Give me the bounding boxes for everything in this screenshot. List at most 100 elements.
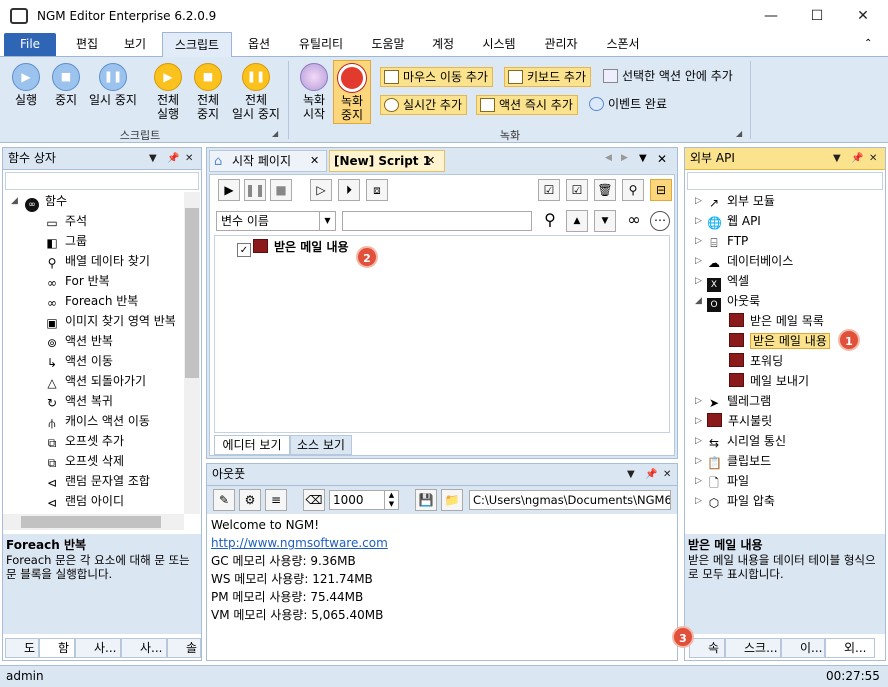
api-item[interactable]: ⬡ 파일 압축 bbox=[707, 492, 775, 510]
zoom-icon[interactable]: ⚲ bbox=[622, 179, 644, 201]
folder-icon[interactable]: 📁 bbox=[441, 489, 463, 511]
tree-view-icon[interactable]: ⊟ bbox=[650, 179, 672, 201]
pause-script-icon[interactable]: ❚❚ bbox=[244, 179, 266, 201]
tab-start-page[interactable]: ⌂ 시작 페이지 ✕ bbox=[209, 150, 327, 172]
api-item[interactable]: 🗋 파일 bbox=[707, 472, 749, 490]
add-mouse-move-button[interactable]: 마우스 이동 추가 bbox=[380, 67, 493, 87]
panel-close-icon[interactable]: ✕ bbox=[869, 148, 877, 169]
add-action-now-button[interactable]: 액션 즉시 추가 bbox=[476, 95, 578, 115]
event-complete-button[interactable]: 이벤트 완료 bbox=[586, 95, 671, 115]
menu-utility[interactable]: 유틸리티 bbox=[286, 32, 356, 57]
tab-close-icon[interactable]: ✕ bbox=[310, 151, 319, 171]
bottom-tab[interactable]: 솔 bbox=[167, 638, 201, 658]
script-group-expander-icon[interactable]: ◢ bbox=[272, 129, 278, 138]
minimize-button[interactable]: — bbox=[748, 0, 794, 32]
function-item[interactable]: ▭ 주석 bbox=[45, 212, 87, 230]
run-script-icon[interactable]: ▶ bbox=[218, 179, 240, 201]
function-item[interactable]: ⧉ 오프셋 삭제 bbox=[45, 452, 124, 470]
move-down-icon[interactable]: ▼ bbox=[594, 210, 616, 232]
collapse-icon[interactable]: ◢ bbox=[11, 192, 18, 210]
ribbon-collapse-icon[interactable]: ⌃ bbox=[864, 38, 872, 49]
bottom-tab[interactable]: 이... bbox=[781, 638, 825, 658]
expand-icon[interactable]: ▷ bbox=[695, 252, 702, 270]
api-subitem[interactable]: 포워딩 bbox=[729, 352, 783, 370]
scrollbar-thumb[interactable] bbox=[21, 516, 161, 528]
tab-list-icon[interactable]: ▼ bbox=[639, 153, 647, 164]
menu-view[interactable]: 보기 bbox=[112, 32, 158, 57]
stepper-arrows-icon[interactable]: ▲ ▼ bbox=[384, 491, 398, 509]
line-count-stepper[interactable]: 1000 ▲ ▼ bbox=[329, 490, 399, 510]
clean-icon[interactable]: ✎ bbox=[213, 489, 235, 511]
api-item[interactable]: ⇆ 시리얼 통신 bbox=[707, 432, 786, 450]
document-settings-icon[interactable]: ⚙ bbox=[239, 489, 261, 511]
function-item[interactable]: ∞ For 반복 bbox=[45, 272, 110, 290]
menu-account[interactable]: 계정 bbox=[420, 32, 466, 57]
function-item[interactable]: ⫛ 캐이스 액션 이동 bbox=[45, 412, 150, 430]
panel-menu-icon[interactable]: ▼ bbox=[627, 464, 635, 485]
search-icon[interactable]: ⚲ bbox=[538, 210, 562, 232]
api-item[interactable]: ☁ 데이터베이스 bbox=[707, 252, 793, 270]
maximize-button[interactable]: ☐ bbox=[794, 0, 840, 32]
view-editor-tab[interactable]: 에디터 보기 bbox=[214, 435, 290, 455]
pause-all-button[interactable]: ❚❚ 전체 일시 중지 bbox=[228, 63, 284, 121]
pin-icon[interactable]: 📌 bbox=[645, 464, 657, 485]
api-item[interactable]: ⌸ FTP bbox=[707, 232, 748, 250]
action-item[interactable]: ✓ 받은 메일 내용 bbox=[237, 238, 349, 257]
horizontal-scrollbar[interactable] bbox=[3, 514, 184, 530]
add-realtime-button[interactable]: 실시간 추가 bbox=[380, 95, 468, 115]
tab-close-icon[interactable]: ✕ bbox=[426, 151, 435, 171]
menu-edit[interactable]: 편집 bbox=[64, 32, 110, 57]
output-path-field[interactable]: C:\Users\ngmas\Documents\NGM6\ bbox=[469, 490, 671, 510]
pause-button[interactable]: ❚❚ 일시 중지 bbox=[86, 63, 140, 107]
function-item[interactable]: △ 액션 되돌아가기 bbox=[45, 372, 146, 390]
panel-close-icon[interactable]: ✕ bbox=[185, 148, 193, 169]
move-up-icon[interactable]: ▲ bbox=[566, 210, 588, 232]
panel-menu-icon[interactable]: ▼ bbox=[833, 148, 841, 169]
expand-icon[interactable]: ▷ bbox=[695, 272, 702, 290]
expand-icon[interactable]: ▷ bbox=[695, 452, 702, 470]
pin-icon[interactable]: 📌 bbox=[167, 148, 179, 169]
api-item[interactable]: 푸시불릿 bbox=[707, 412, 772, 430]
editor-close-icon[interactable]: ✕ bbox=[657, 152, 667, 166]
function-item[interactable]: ⚲ 배열 데이타 찾기 bbox=[45, 252, 150, 270]
pin-icon[interactable]: 📌 bbox=[851, 148, 863, 169]
bottom-tab[interactable]: 사... bbox=[75, 638, 121, 658]
record-start-button[interactable]: 녹화 시작 bbox=[296, 63, 332, 121]
menu-help[interactable]: 도움말 bbox=[360, 32, 416, 57]
api-item[interactable]: 🌐 웹 API bbox=[707, 212, 761, 230]
check-all-icon[interactable]: ☑ bbox=[538, 179, 560, 201]
expand-icon[interactable]: ▷ bbox=[695, 492, 702, 510]
bottom-tab[interactable]: 속 bbox=[689, 638, 725, 658]
function-item[interactable]: ▣ 이미지 찾기 영역 반복 bbox=[45, 312, 175, 330]
close-button[interactable]: ✕ bbox=[840, 0, 886, 32]
save-icon[interactable]: 💾 bbox=[415, 489, 437, 511]
function-item[interactable]: ⊲ 랜덤 아이디 bbox=[45, 492, 124, 510]
api-item[interactable]: ➤ 텔레그램 bbox=[707, 392, 771, 410]
stop-script-icon[interactable]: ■ bbox=[270, 179, 292, 201]
stop-button[interactable]: ■ 중지 bbox=[46, 63, 86, 107]
expand-icon[interactable]: ▷ bbox=[695, 472, 702, 490]
tree-root-functions[interactable]: ∞ 함수 bbox=[25, 192, 67, 212]
api-subitem-selected[interactable]: 받은 메일 내용 bbox=[729, 332, 830, 350]
add-keyboard-button[interactable]: 키보드 추가 bbox=[504, 67, 592, 87]
eraser-icon[interactable]: ⌫ bbox=[303, 489, 325, 511]
function-item[interactable]: ↳ 액션 이동 bbox=[45, 352, 113, 370]
api-subitem[interactable]: 받은 메일 목록 bbox=[729, 312, 824, 330]
expand-icon[interactable]: ▷ bbox=[695, 412, 702, 430]
run-from-icon[interactable]: ⏵ bbox=[338, 179, 360, 201]
check-icon[interactable]: ☑ bbox=[566, 179, 588, 201]
tab-script-1[interactable]: [New] Script 1 ✕ bbox=[329, 150, 445, 172]
api-item[interactable]: 📋 클립보드 bbox=[707, 452, 771, 470]
tab-scroll-right-icon[interactable]: ▶ bbox=[621, 153, 628, 163]
list-icon[interactable]: ≡ bbox=[265, 489, 287, 511]
output-link[interactable]: http://www.ngmsoftware.com bbox=[211, 534, 388, 552]
panel-close-icon[interactable]: ✕ bbox=[663, 464, 671, 485]
step-icon[interactable]: ▷ bbox=[310, 179, 332, 201]
bottom-tab[interactable]: 사... bbox=[121, 638, 167, 658]
record-group-expander-icon[interactable]: ◢ bbox=[736, 129, 742, 138]
function-item[interactable]: ⊲ 랜덤 문자열 조합 bbox=[45, 472, 150, 490]
scrollbar-thumb[interactable] bbox=[185, 208, 199, 378]
add-in-selected-action-button[interactable]: 선택한 액션 안에 추가 bbox=[600, 67, 737, 87]
expand-icon[interactable]: ▷ bbox=[695, 192, 702, 210]
expand-icon[interactable]: ▷ bbox=[695, 432, 702, 450]
